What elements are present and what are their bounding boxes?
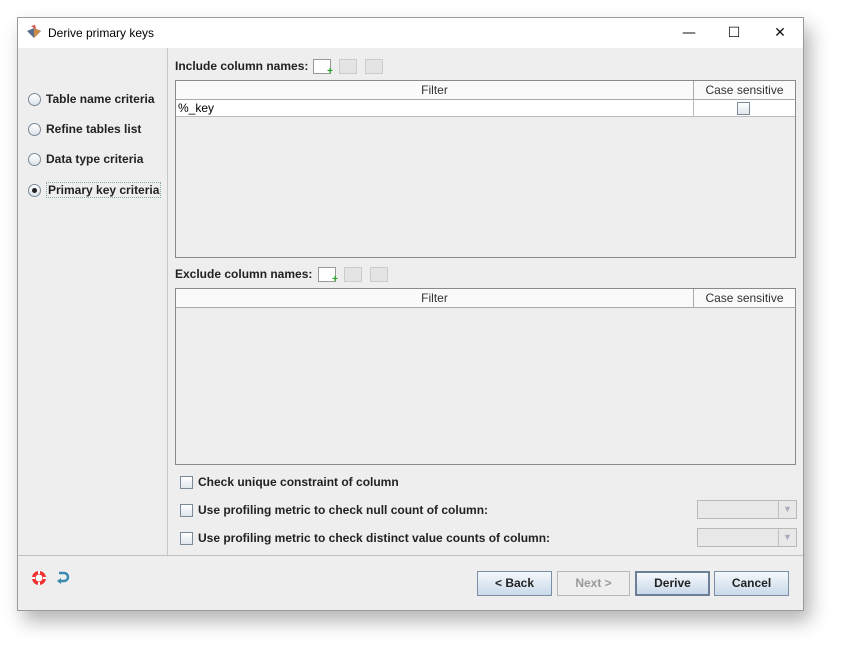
include-column-names-label: Include column names: — [175, 59, 309, 73]
column-header-case-sensitive[interactable]: Case sensitive — [694, 289, 795, 308]
checkbox-box — [180, 503, 193, 517]
column-header-filter[interactable]: Filter — [176, 289, 694, 308]
add-include-filter-icon[interactable]: + — [313, 59, 333, 77]
column-header-filter[interactable]: Filter — [176, 81, 694, 100]
filter-cell[interactable]: %_key — [178, 101, 214, 115]
radio-indicator — [28, 122, 41, 136]
distinct-count-metric-combo[interactable]: ▼ — [697, 528, 797, 547]
title-bar: Derive primary keys — ☐ ✕ — [18, 18, 803, 48]
radio-refine-tables-list[interactable]: Refine tables list — [28, 122, 141, 136]
radio-label: Data type criteria — [46, 152, 144, 166]
undo-arrow-icon[interactable] — [56, 570, 70, 586]
next-button[interactable]: Next > — [557, 571, 630, 596]
edit-include-filter-icon[interactable] — [339, 59, 357, 74]
checkbox-label: Check unique constraint of column — [198, 475, 399, 489]
radio-data-type-criteria[interactable]: Data type criteria — [28, 152, 143, 166]
radio-indicator — [28, 183, 41, 197]
edit-exclude-filter-icon[interactable] — [344, 267, 362, 282]
radio-label: Table name criteria — [46, 92, 155, 106]
radio-indicator — [28, 152, 41, 166]
back-button[interactable]: < Back — [477, 571, 552, 596]
help-lifebuoy-icon[interactable] — [31, 570, 47, 586]
include-filter-table: Filter Case sensitive %_key — [175, 80, 796, 258]
radio-label: Refine tables list — [46, 122, 142, 136]
criteria-sidebar: Table name criteria Refine tables list D… — [18, 48, 168, 555]
check-unique-constraint-checkbox[interactable]: Check unique constraint of column — [180, 475, 399, 489]
remove-include-filter-icon[interactable] — [365, 59, 383, 74]
add-exclude-filter-icon[interactable]: + — [318, 267, 338, 285]
checkbox-label: Use profiling metric to check distinct v… — [198, 531, 551, 545]
table-row[interactable]: %_key — [176, 100, 795, 117]
checkbox-box — [180, 531, 193, 545]
radio-indicator — [28, 92, 41, 106]
checkbox-box — [180, 475, 193, 489]
exclude-filter-table: Filter Case sensitive — [175, 288, 796, 465]
app-icon — [27, 25, 41, 38]
exclude-column-names-label: Exclude column names: — [175, 267, 313, 281]
distinct-count-checkbox[interactable]: Use profiling metric to check distinct v… — [180, 531, 550, 545]
cell-divider — [693, 100, 694, 116]
null-count-metric-combo[interactable]: ▼ — [697, 500, 797, 519]
cancel-button[interactable]: Cancel — [714, 571, 789, 596]
window-title: Derive primary keys — [48, 26, 155, 40]
case-sensitive-checkbox[interactable] — [737, 102, 750, 115]
chevron-down-icon: ▼ — [778, 529, 796, 546]
checkbox-label: Use profiling metric to check null count… — [198, 503, 489, 517]
minimize-button[interactable]: — — [666, 18, 712, 48]
close-button[interactable]: ✕ — [757, 18, 803, 48]
radio-label: Primary key criteria — [46, 182, 162, 198]
chevron-down-icon: ▼ — [778, 501, 796, 518]
remove-exclude-filter-icon[interactable] — [370, 267, 388, 282]
derive-button[interactable]: Derive — [635, 571, 710, 596]
column-header-case-sensitive[interactable]: Case sensitive — [694, 81, 795, 100]
footer-divider — [18, 555, 803, 556]
null-count-checkbox[interactable]: Use profiling metric to check null count… — [180, 503, 488, 517]
maximize-button[interactable]: ☐ — [711, 18, 757, 48]
derive-primary-keys-dialog: Derive primary keys — ☐ ✕ Table name cri… — [17, 17, 804, 611]
radio-table-name-criteria[interactable]: Table name criteria — [28, 92, 155, 106]
radio-primary-key-criteria[interactable]: Primary key criteria — [28, 182, 162, 198]
